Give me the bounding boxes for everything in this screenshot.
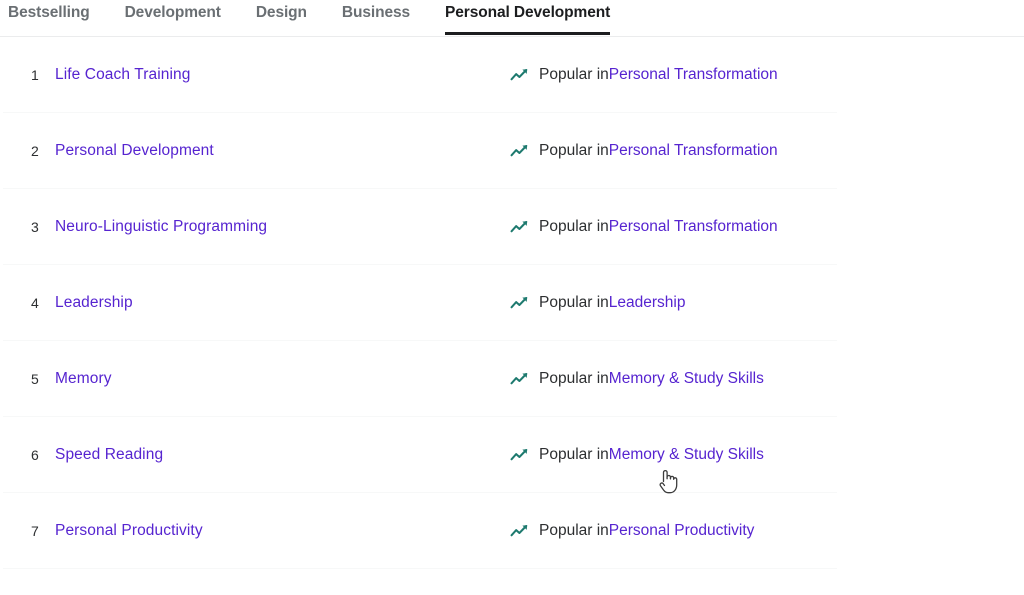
topic-cell: Leadership — [55, 294, 510, 313]
popular-in-cell: Popular in Personal Transformation — [510, 142, 778, 161]
topic-link[interactable]: Personal Development — [55, 142, 214, 159]
tab-development[interactable]: Development — [125, 0, 221, 34]
popular-in-cell: Popular in Memory & Study Skills — [510, 446, 764, 465]
rank-number: 4 — [31, 295, 39, 311]
tab-bestselling[interactable]: Bestselling — [8, 0, 90, 34]
topic-cell: Speed Reading — [55, 446, 510, 465]
rank-number: 2 — [31, 143, 39, 159]
category-link[interactable]: Personal Transformation — [609, 142, 778, 161]
category-link[interactable]: Leadership — [609, 294, 686, 313]
tab-personal-development[interactable]: Personal Development — [445, 0, 611, 34]
trending-up-icon — [510, 295, 539, 311]
category-link[interactable]: Personal Productivity — [609, 522, 755, 541]
trending-up-icon — [510, 219, 539, 235]
topics-list: 1 Life Coach Training Popular in Personal … — [0, 37, 1024, 569]
topic-cell: Neuro-Linguistic Programming — [55, 218, 510, 237]
topics-page: Bestselling Development Design Business Pers… — [0, 0, 1024, 595]
rank-number: 6 — [31, 447, 39, 463]
table-row: 5 Memory Popular in Memory & Study Skills — [0, 341, 1024, 417]
category-tab-bar: Bestselling Development Design Business Pers… — [0, 0, 1024, 37]
tab-business[interactable]: Business — [342, 0, 410, 34]
topic-cell: Personal Productivity — [55, 522, 510, 541]
rank-number: 3 — [31, 219, 39, 235]
category-link[interactable]: Memory & Study Skills — [609, 446, 764, 465]
table-row: 1 Life Coach Training Popular in Personal … — [0, 37, 1024, 113]
topic-link[interactable]: Neuro-Linguistic Programming — [55, 218, 267, 235]
tab-design[interactable]: Design — [256, 0, 307, 34]
category-link[interactable]: Memory & Study Skills — [609, 370, 764, 389]
topic-link[interactable]: Speed Reading — [55, 446, 163, 463]
trending-up-icon — [510, 371, 539, 387]
popular-in-label: Popular in — [539, 217, 609, 235]
category-link[interactable]: Personal Transformation — [609, 218, 778, 237]
topic-cell: Personal Development — [55, 142, 510, 161]
topic-link[interactable]: Leadership — [55, 294, 133, 311]
topic-link[interactable]: Memory — [55, 370, 112, 387]
popular-in-cell: Popular in Memory & Study Skills — [510, 370, 764, 389]
table-row: 3 Neuro-Linguistic Programming Popular in … — [0, 189, 1024, 265]
table-row: 7 Personal Productivity Popular in Persona… — [0, 493, 1024, 569]
popular-in-cell: Popular in Personal Transformation — [510, 66, 778, 85]
trending-up-icon — [510, 143, 539, 159]
topic-cell: Memory — [55, 370, 510, 389]
rank-number: 1 — [31, 67, 39, 83]
table-row: 2 Personal Development Popular in Personal… — [0, 113, 1024, 189]
topic-link[interactable]: Personal Productivity — [55, 522, 203, 539]
trending-up-icon — [510, 523, 539, 539]
popular-in-cell: Popular in Leadership — [510, 294, 686, 313]
table-row: 6 Speed Reading Popular in Memory & Study … — [0, 417, 1024, 493]
popular-in-label: Popular in — [539, 521, 609, 539]
trending-up-icon — [510, 447, 539, 463]
trending-up-icon — [510, 67, 539, 83]
popular-in-label: Popular in — [539, 293, 609, 311]
popular-in-cell: Popular in Personal Transformation — [510, 218, 778, 237]
rank-number: 5 — [31, 371, 39, 387]
popular-in-label: Popular in — [539, 65, 609, 83]
topic-link[interactable]: Life Coach Training — [55, 66, 190, 83]
popular-in-cell: Popular in Personal Productivity — [510, 522, 754, 541]
rank-number: 7 — [31, 523, 39, 539]
popular-in-label: Popular in — [539, 445, 609, 463]
table-row: 4 Leadership Popular in Leadership — [0, 265, 1024, 341]
popular-in-label: Popular in — [539, 141, 609, 159]
popular-in-label: Popular in — [539, 369, 609, 387]
topic-cell: Life Coach Training — [55, 66, 510, 85]
category-link[interactable]: Personal Transformation — [609, 66, 778, 85]
